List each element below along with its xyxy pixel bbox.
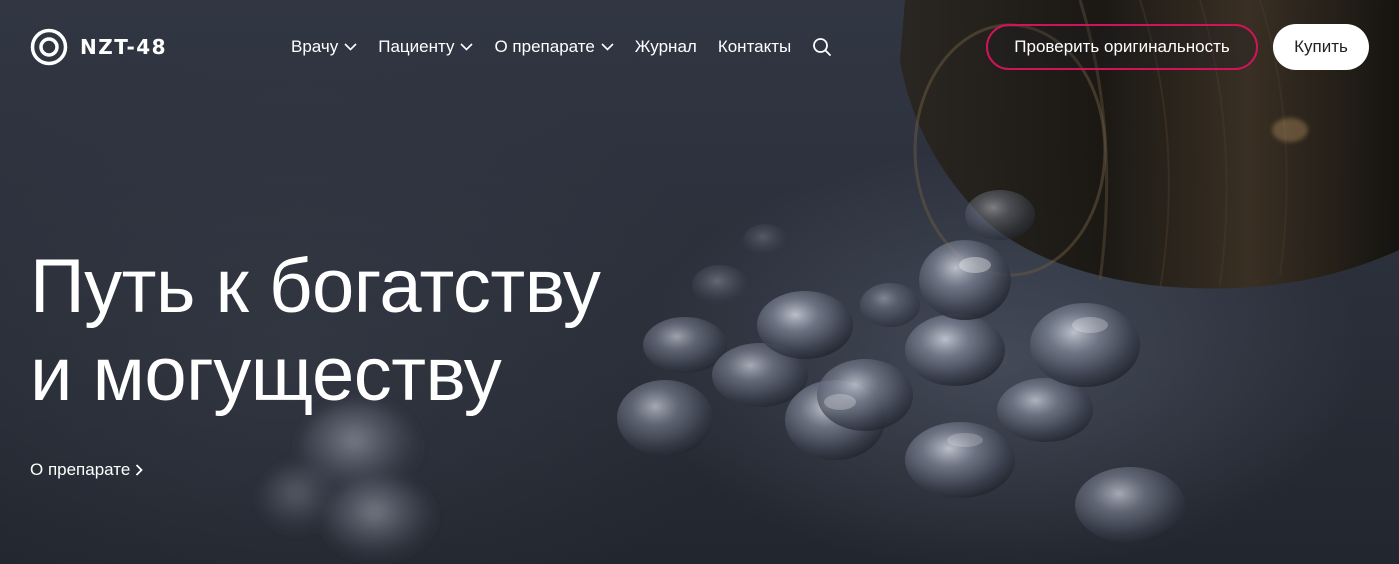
nav-item-about[interactable]: О препарате [494,37,614,57]
chevron-down-icon [344,43,357,51]
nav-item-contacts[interactable]: Контакты [718,37,791,57]
nav-item-label: О препарате [494,37,595,56]
chevron-down-icon [460,43,474,51]
concentric-circle-logo-icon [30,28,68,66]
about-drug-link-label: О препарате [30,460,131,479]
search-icon[interactable] [812,37,832,57]
nav-item-patient[interactable]: Пациенту [378,37,474,57]
verify-originality-button[interactable]: Проверить оригинальность [986,24,1258,70]
brand-name: NZT-48 [80,35,168,59]
nav-item-label: Контакты [717,37,792,56]
hero-section: NZT-48 Врачу Пациенту О препарате Журнал… [0,0,1399,564]
nav-item-label: Пациенту [378,37,455,56]
hero-title-line-2: и могуществу [30,332,502,417]
site-header: NZT-48 Врачу Пациенту О препарате Журнал… [0,0,1399,92]
brand-logo[interactable]: NZT-48 [30,28,167,66]
nav-item-doctor[interactable]: Врачу [291,37,357,57]
main-nav: Врачу Пациенту О препарате Журнал Контак… [291,36,832,58]
nav-item-journal[interactable]: Журнал [635,37,697,57]
chevron-right-icon [136,464,144,476]
about-drug-link[interactable]: О препарате [30,460,144,480]
hero-title: Путь к богатству и могуществу [30,243,601,419]
buy-button[interactable]: Купить [1273,24,1369,70]
nav-item-label: Журнал [634,37,697,56]
chevron-down-icon [601,43,614,51]
hero-title-line-1: Путь к богатству [30,244,601,329]
nav-item-label: Врачу [291,37,339,56]
